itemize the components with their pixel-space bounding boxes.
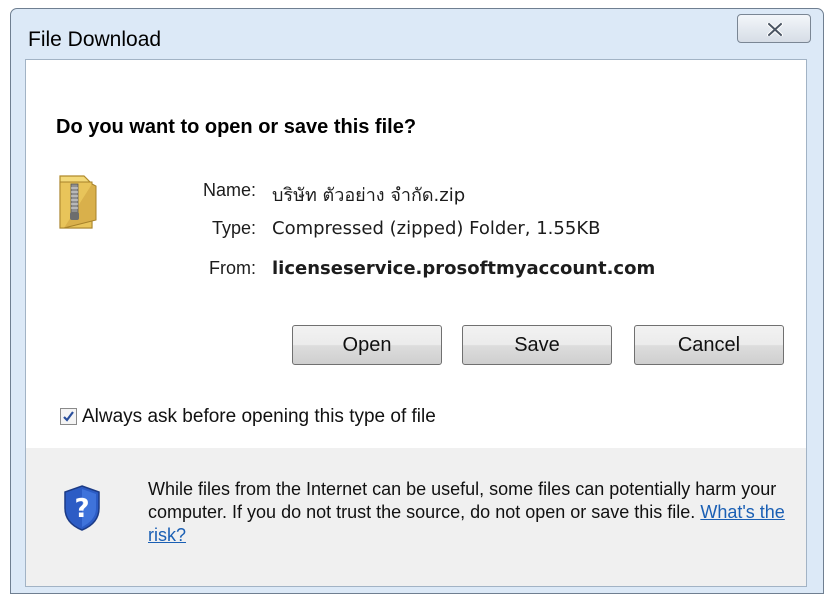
security-warning-panel: ? While files from the Internet can be u… [26, 448, 806, 586]
file-download-window: File Download Do you want to open or sav… [10, 8, 824, 594]
type-label: Type: [211, 218, 256, 238]
dialog-question: Do you want to open or save this file? [56, 116, 417, 138]
warning-message: While files from the Internet can be use… [148, 479, 777, 522]
always-ask-checkbox[interactable] [60, 408, 77, 425]
open-button[interactable]: Open [292, 325, 442, 365]
dialog-content: Do you want to open or save this file? N… [25, 59, 807, 587]
zip-folder-icon [54, 172, 98, 237]
save-button[interactable]: Save [462, 325, 612, 365]
checkmark-icon [63, 411, 74, 422]
from-label: From: [209, 258, 256, 278]
file-source: licenseservice.prosoftmyaccount.com [272, 258, 656, 279]
always-ask-label[interactable]: Always ask before opening this type of f… [82, 406, 436, 428]
file-name: บริษัท ตัวอย่าง จำกัด.zip [272, 185, 466, 206]
svg-text:?: ? [74, 494, 89, 524]
close-icon [767, 23, 783, 36]
shield-question-icon: ? [62, 484, 102, 537]
file-type: Compressed (zipped) Folder, 1.55KB [272, 218, 601, 239]
security-warning-text: While files from the Internet can be use… [148, 478, 798, 547]
cancel-button[interactable]: Cancel [634, 325, 784, 365]
title-bar[interactable]: File Download [11, 9, 823, 59]
window-title: File Download [28, 28, 162, 51]
close-button[interactable] [737, 14, 811, 43]
name-label: Name: [202, 180, 256, 200]
